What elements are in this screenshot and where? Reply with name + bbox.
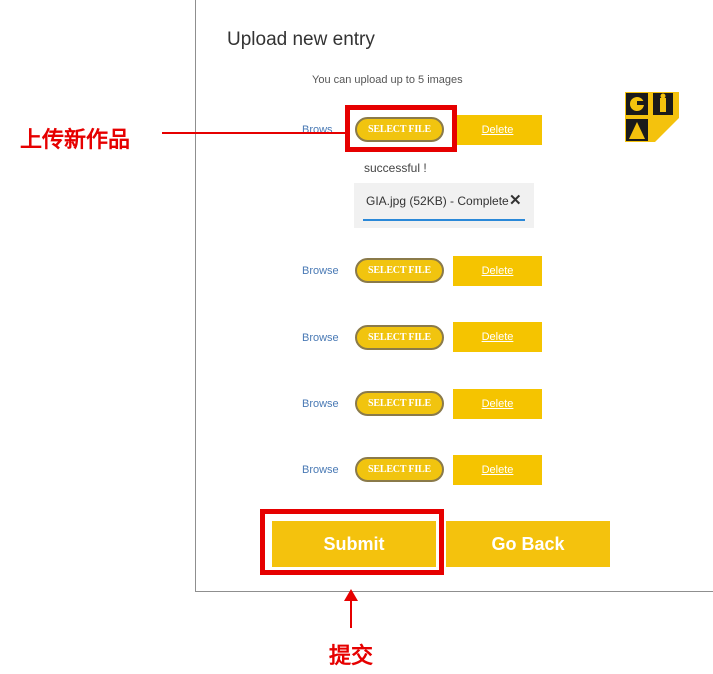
select-file-button-5[interactable]: SELECT FILE: [355, 457, 444, 482]
highlight-select-file: [345, 105, 457, 152]
delete-button-3[interactable]: Delete: [453, 322, 542, 352]
browse-link-5[interactable]: Browse: [302, 464, 339, 476]
browse-link-1[interactable]: Brows: [302, 124, 333, 136]
browse-link-4[interactable]: Browse: [302, 398, 339, 410]
close-icon[interactable]: ✕: [509, 191, 522, 209]
select-file-button-3[interactable]: SELECT FILE: [355, 325, 444, 350]
delete-button-1[interactable]: Delete: [453, 115, 542, 145]
upload-limit-hint: You can upload up to 5 images: [312, 74, 463, 86]
highlight-submit: [260, 509, 444, 575]
upload-dialog: [195, 0, 713, 592]
select-file-button-4[interactable]: SELECT FILE: [355, 391, 444, 416]
upload-progress-bar: [363, 219, 525, 221]
dialog-title: Upload new entry: [227, 29, 375, 50]
annotation-upload-new-work: 上传新作品: [20, 128, 131, 153]
uploaded-file-label: GIA.jpg (52KB) - Complete: [366, 194, 509, 208]
upload-success-message: successful !: [364, 161, 427, 175]
annotation-line-upload: [162, 132, 345, 134]
browse-link-2[interactable]: Browse: [302, 265, 339, 277]
delete-button-2[interactable]: Delete: [453, 256, 542, 286]
browse-link-3[interactable]: Browse: [302, 332, 339, 344]
annotation-submit: 提交: [329, 644, 374, 669]
select-file-button-2[interactable]: SELECT FILE: [355, 258, 444, 283]
delete-button-5[interactable]: Delete: [453, 455, 542, 485]
annotation-line-submit: [350, 600, 352, 628]
gia-logo-icon: [625, 92, 679, 142]
go-back-button[interactable]: Go Back: [446, 521, 610, 567]
delete-button-4[interactable]: Delete: [453, 389, 542, 419]
